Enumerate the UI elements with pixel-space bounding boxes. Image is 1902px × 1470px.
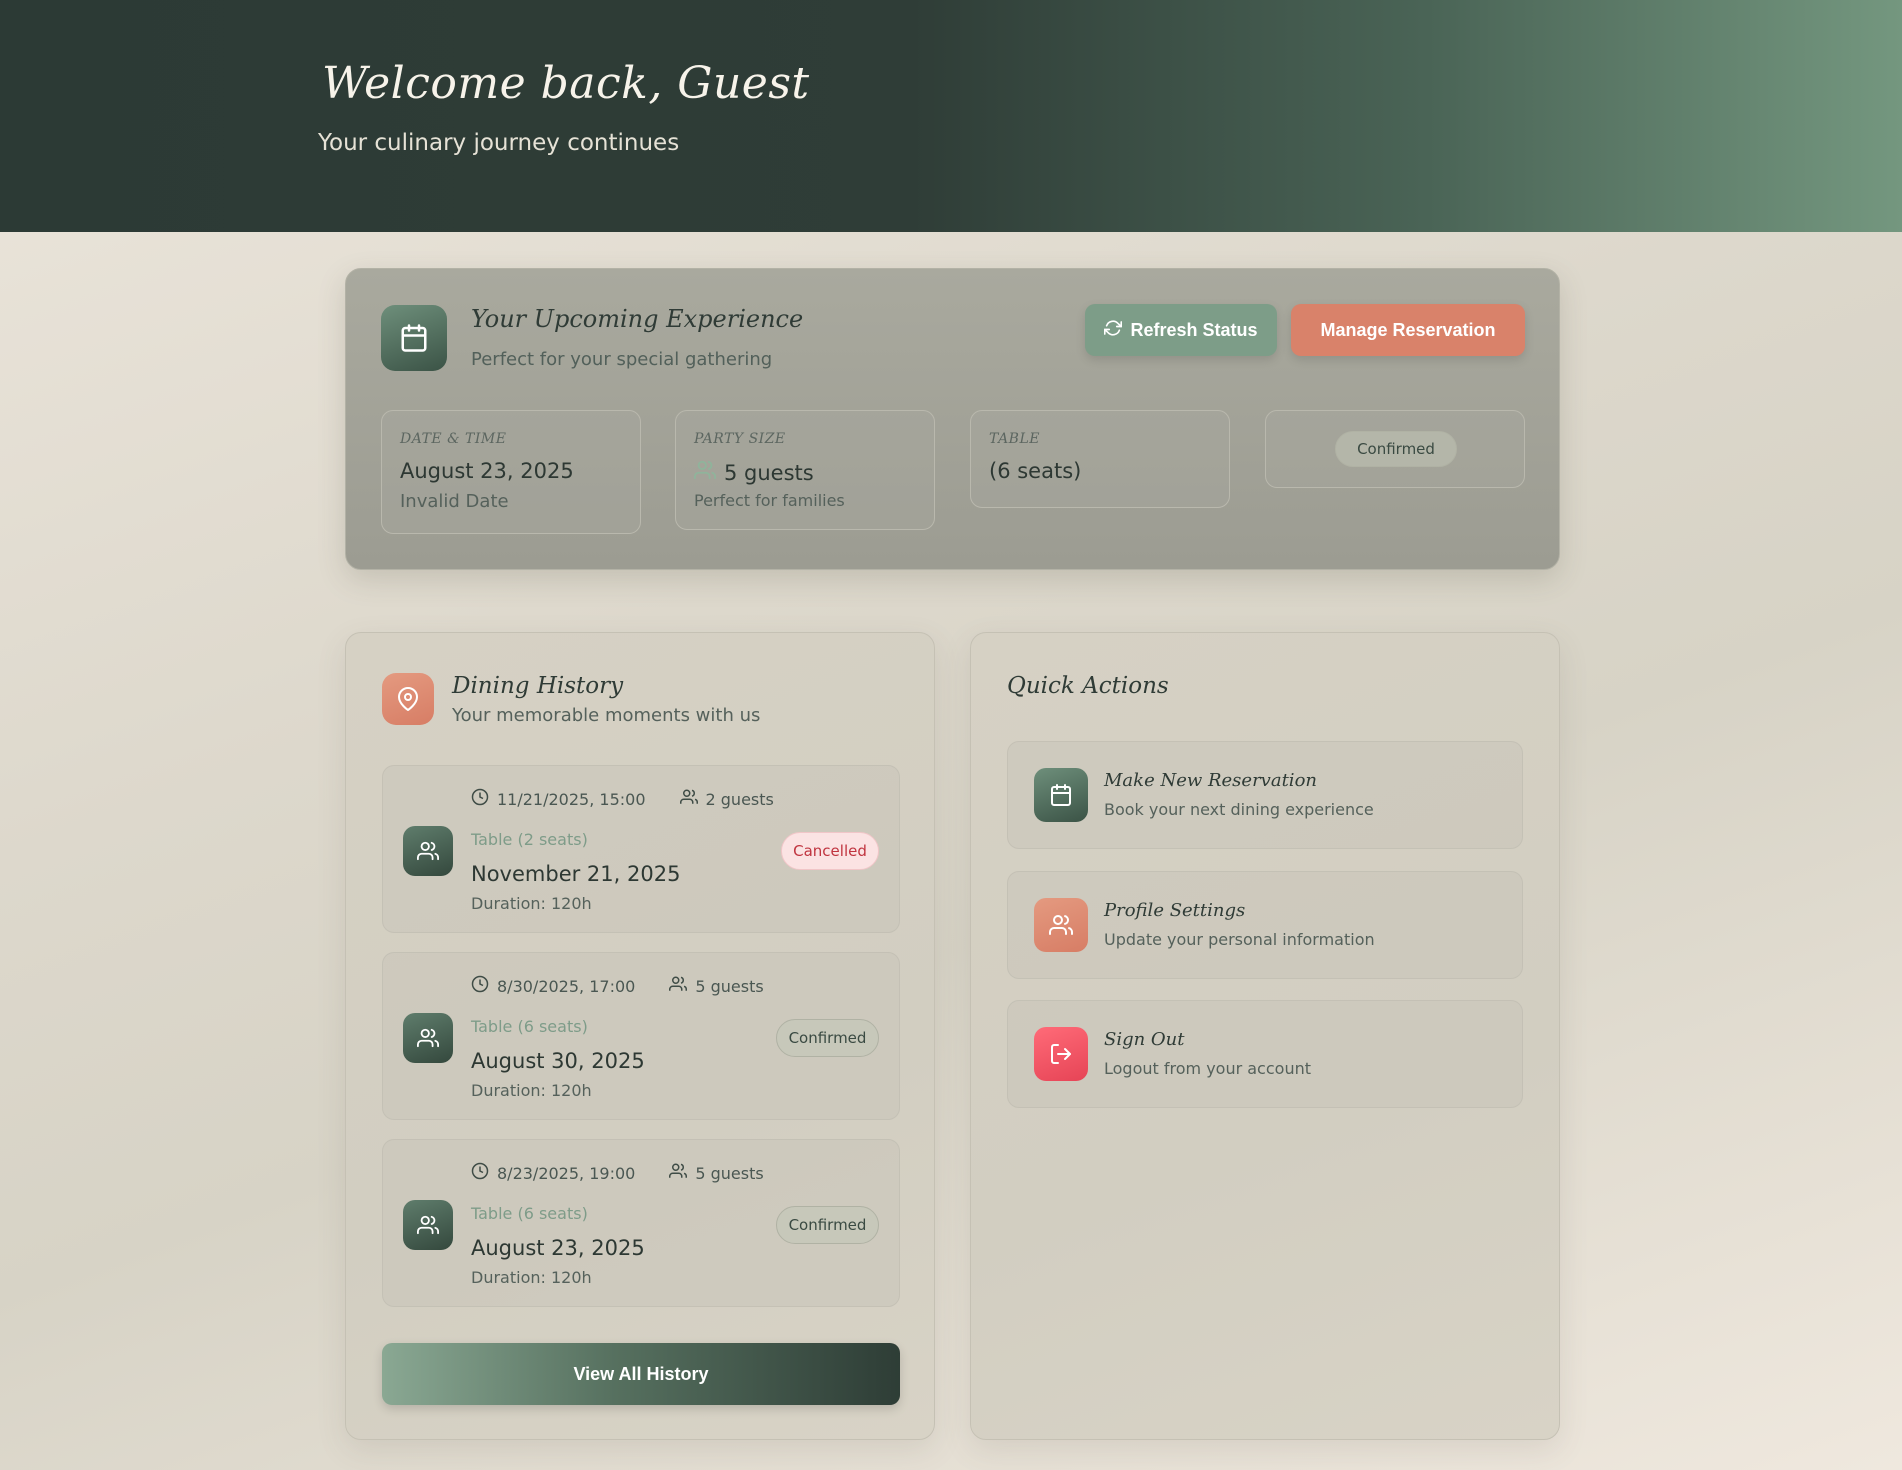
status-badge: Confirmed	[1335, 431, 1457, 467]
history-guests: 2 guests	[705, 789, 774, 809]
history-date: August 30, 2025	[471, 1049, 645, 1073]
manage-reservation-button[interactable]: Manage Reservation	[1291, 304, 1525, 356]
party-size-value: 5 guests	[724, 460, 814, 485]
calendar-icon	[381, 305, 447, 371]
clock-icon	[471, 788, 489, 810]
quick-actions-panel: Quick Actions Make New Reservation Book …	[970, 632, 1560, 1440]
history-meta: 8/23/2025, 19:00 5 guests	[471, 1162, 764, 1184]
users-icon	[1034, 898, 1088, 952]
users-icon	[403, 1013, 453, 1063]
clock-icon	[471, 1162, 489, 1184]
users-icon	[403, 1200, 453, 1250]
history-duration: Duration: 120h	[471, 1268, 592, 1287]
page-title: Welcome back, Guest	[322, 58, 810, 109]
table-label: TABLE	[989, 431, 1040, 447]
party-size-sub: Perfect for families	[694, 491, 845, 510]
refresh-icon	[1104, 319, 1123, 342]
users-icon	[694, 459, 716, 486]
action-title: Sign Out	[1104, 1029, 1185, 1050]
action-subtitle: Book your next dining experience	[1104, 800, 1374, 819]
date-time-box: DATE & TIME August 23, 2025 Invalid Date	[381, 410, 641, 534]
party-size-box: PARTY SIZE 5 guests Perfect for families	[675, 410, 935, 530]
profile-settings-action[interactable]: Profile Settings Update your personal in…	[1007, 871, 1523, 979]
date-time-sub: Invalid Date	[400, 491, 509, 512]
action-subtitle: Logout from your account	[1104, 1059, 1311, 1078]
history-date: August 23, 2025	[471, 1236, 645, 1260]
history-meta: 8/30/2025, 17:00 5 guests	[471, 975, 764, 997]
status-badge: Confirmed	[776, 1019, 879, 1057]
history-datetime: 8/30/2025, 17:00	[497, 976, 636, 996]
page-subtitle: Your culinary journey continues	[318, 130, 680, 156]
upcoming-subtitle: Perfect for your special gathering	[471, 349, 773, 370]
quick-actions-title: Quick Actions	[1007, 673, 1169, 699]
history-datetime: 8/23/2025, 19:00	[497, 1163, 636, 1183]
upcoming-experience-card: Your Upcoming Experience Perfect for you…	[345, 268, 1560, 570]
table-box: TABLE (6 seats)	[970, 410, 1230, 508]
status-badge: Cancelled	[781, 832, 879, 870]
party-size-label: PARTY SIZE	[694, 431, 786, 447]
history-guests: 5 guests	[695, 1163, 764, 1183]
welcome-header: Welcome back, Guest Your culinary journe…	[0, 0, 1902, 232]
history-guests: 5 guests	[695, 976, 764, 996]
history-table: Table (6 seats)	[471, 1017, 588, 1036]
users-icon	[403, 826, 453, 876]
history-duration: Duration: 120h	[471, 1081, 592, 1100]
refresh-status-button[interactable]: Refresh Status	[1085, 304, 1277, 356]
view-all-history-button[interactable]: View All History	[382, 1343, 900, 1405]
history-table: Table (6 seats)	[471, 1204, 588, 1223]
status-badge: Confirmed	[776, 1206, 879, 1244]
history-date: November 21, 2025	[471, 862, 681, 886]
history-table: Table (2 seats)	[471, 830, 588, 849]
sign-out-action[interactable]: Sign Out Logout from your account	[1007, 1000, 1523, 1108]
action-title: Profile Settings	[1104, 900, 1246, 921]
map-pin-icon	[382, 673, 434, 725]
date-time-label: DATE & TIME	[400, 431, 507, 447]
history-item[interactable]: 8/30/2025, 17:00 5 guests Table (6 seats…	[382, 952, 900, 1120]
action-title: Make New Reservation	[1104, 770, 1317, 791]
status-box: Confirmed	[1265, 410, 1525, 488]
upcoming-title: Your Upcoming Experience	[471, 305, 804, 333]
history-datetime: 11/21/2025, 15:00	[497, 789, 646, 809]
make-new-reservation-action[interactable]: Make New Reservation Book your next dini…	[1007, 741, 1523, 849]
users-icon	[669, 1162, 688, 1184]
history-title: Dining History	[452, 673, 624, 699]
refresh-status-label: Refresh Status	[1130, 319, 1258, 340]
party-size-row: 5 guests	[694, 459, 814, 486]
action-subtitle: Update your personal information	[1104, 930, 1375, 949]
calendar-icon	[1034, 768, 1088, 822]
clock-icon	[471, 975, 489, 997]
log-out-icon	[1034, 1027, 1088, 1081]
history-meta: 11/21/2025, 15:00 2 guests	[471, 788, 774, 810]
history-duration: Duration: 120h	[471, 894, 592, 913]
users-icon	[669, 975, 688, 997]
table-value: (6 seats)	[989, 459, 1082, 483]
dining-history-panel: Dining History Your memorable moments wi…	[345, 632, 935, 1440]
history-item[interactable]: 8/23/2025, 19:00 5 guests Table (6 seats…	[382, 1139, 900, 1307]
users-icon	[679, 788, 698, 810]
date-time-value: August 23, 2025	[400, 459, 574, 483]
history-subtitle: Your memorable moments with us	[452, 705, 761, 726]
history-item[interactable]: 11/21/2025, 15:00 2 guests Table (2 seat…	[382, 765, 900, 933]
